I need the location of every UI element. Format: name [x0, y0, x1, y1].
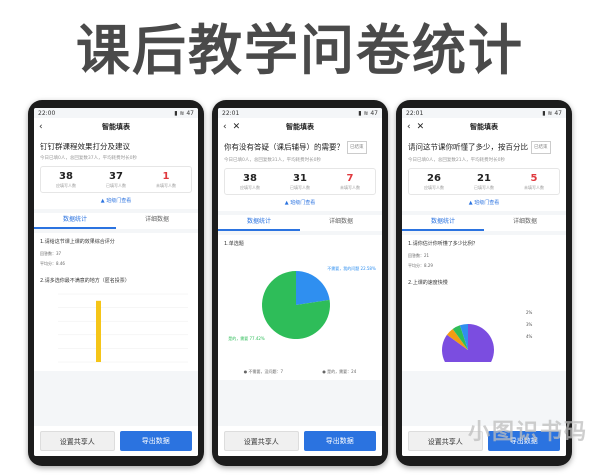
close-icon[interactable]: ✕	[233, 122, 241, 132]
phone-frame: 22:00 ▮ ≋ 47 ‹ 智能填表 钉钉群课程效果打分及建议 今日已填0人，…	[28, 100, 204, 466]
nav-bar: ‹ ✕ 智能填表	[402, 118, 566, 136]
back-arrow-icon[interactable]: ‹	[39, 122, 43, 132]
stats-content: 1.请你估计你听懂了多少比例？ 回答数：21 平均分：8.29 2.上课的速度快…	[402, 235, 566, 376]
bottom-action-bar: 设置共享人 导出数据	[218, 426, 382, 456]
status-bar: 22:01 ▮ ≋ 47	[402, 108, 566, 118]
question-summary: 今日已填0人，总回复数21人，平均耗费时长0秒	[408, 158, 505, 163]
section-title: 2.请多选你最不满意的地方（匿名投票）	[40, 278, 130, 284]
export-data-button[interactable]: 导出数据	[303, 431, 376, 451]
status-badge: 已结束	[531, 141, 551, 154]
nav-title: 智能填表	[286, 123, 314, 131]
stats-content: 1.请给这节课上课的效果综合评分 回答数：37 平均分：8.46 2.请多选你最…	[34, 233, 198, 371]
section-title: 1.单选题	[224, 241, 244, 247]
phone-frame: 22:01 ▮ ≋ 47 ‹ ✕ 智能填表 你有没有答疑（课后辅导）的需要？ 已结…	[212, 100, 388, 466]
phone-screen: 22:01 ▮ ≋ 47 ‹ ✕ 智能填表 你有没有答疑（课后辅导）的需要？ 已结…	[218, 108, 382, 456]
view-by-class-link[interactable]: ▲ 班级门查看	[40, 197, 192, 204]
question-title: 钉钉群课程效果打分及建议	[40, 142, 130, 151]
tab-statistics[interactable]: 数据统计	[218, 215, 300, 231]
bottom-action-bar: 设置共享人 导出数据	[34, 426, 198, 456]
answer-count: 回答数：37	[40, 251, 62, 256]
pie-chart: 不需要，我的问题 22.58% 是的，需要 77.42%	[228, 265, 376, 341]
tab-details[interactable]: 详细数据	[484, 215, 566, 231]
stat-filled: 31 已填写人数	[290, 173, 310, 190]
stat-filled: 37 已填写人数	[106, 171, 126, 188]
section-title: 2.上课的速度快慢	[408, 280, 448, 286]
average-score: 平均分：8.46	[40, 261, 65, 266]
slice-label: 4%	[526, 334, 533, 339]
pie-chart: 2% 3% 4%	[442, 310, 533, 376]
watermark-logo: 小图识书码	[467, 420, 588, 445]
status-time: 22:01	[222, 110, 240, 117]
status-bar: 22:00 ▮ ≋ 47	[34, 108, 198, 118]
stats-content: 1.单选题 不需要，我的问题 22.58% 是的，需要 77.42% ● 不需要，…	[218, 235, 382, 380]
legend-item: ● 是的，需要：24	[322, 369, 357, 374]
tab-bar: 数据统计 详细数据	[402, 215, 566, 231]
question-title: 你有没有答疑（课后辅导）的需要？ 已结束	[224, 141, 376, 154]
question-card: 你有没有答疑（课后辅导）的需要？ 已结束 今日已填0人，总回复数31人，平均耗费时…	[218, 136, 382, 211]
nav-bar: ‹ 智能填表	[34, 118, 198, 136]
bar	[96, 300, 101, 362]
legend-item: ● 不需要，没问题：7	[243, 369, 284, 374]
average-score: 平均分：8.29	[408, 263, 433, 268]
view-by-class-link[interactable]: ▲ 班级门查看	[408, 199, 560, 206]
tab-details[interactable]: 详细数据	[116, 213, 198, 229]
stat-expected: 26 应填写人数	[424, 173, 444, 190]
pie-slice	[296, 271, 330, 305]
stat-unfilled[interactable]: 5 未填写人数	[509, 173, 559, 191]
back-arrow-icon[interactable]: ‹	[407, 122, 411, 132]
status-badge: 已结束	[347, 141, 367, 154]
status-bar: 22:01 ▮ ≋ 47	[218, 108, 382, 118]
phone-screen: 22:00 ▮ ≋ 47 ‹ 智能填表 钉钉群课程效果打分及建议 今日已填0人，…	[34, 108, 198, 456]
view-by-class-link[interactable]: ▲ 班级门查看	[224, 199, 376, 206]
status-icons: ▮ ≋ 47	[174, 110, 194, 117]
question-title: 请问这节课你听懂了多少，按百分比 已结束	[408, 141, 560, 154]
stat-filled: 21 已填写人数	[474, 173, 494, 190]
stats-box: 38 应填写人数 37 已填写人数 1 未填写人数	[40, 166, 192, 193]
tab-statistics[interactable]: 数据统计	[34, 213, 116, 229]
phone-frame: 22:01 ▮ ≋ 47 ‹ ✕ 智能填表 请问这节课你听懂了多少，按百分比 已结…	[396, 100, 572, 466]
section-title: 1.请你估计你听懂了多少比例？	[408, 241, 478, 247]
stats-box: 38 应填写人数 31 已填写人数 7 未填写人数	[224, 168, 376, 195]
slice-label: 2%	[526, 310, 533, 315]
question-summary: 今日已填0人，总回复数37人，平均耗费时长0秒	[40, 156, 137, 161]
tab-statistics[interactable]: 数据统计	[402, 215, 484, 231]
page-headline: 课后教学问卷统计	[76, 19, 524, 82]
tab-bar: 数据统计 详细数据	[34, 213, 198, 229]
stat-expected: 38 应填写人数	[56, 171, 76, 188]
export-data-button[interactable]: 导出数据	[119, 431, 192, 451]
slice-label: 不需要，我的问题 22.58%	[327, 265, 376, 271]
stat-unfilled[interactable]: 1 未填写人数	[141, 171, 191, 189]
stat-unfilled[interactable]: 7 未填写人数	[325, 173, 375, 191]
close-icon[interactable]: ✕	[417, 122, 425, 132]
set-sharer-button[interactable]: 设置共享人	[224, 431, 299, 451]
tab-details[interactable]: 详细数据	[300, 215, 382, 231]
back-arrow-icon[interactable]: ‹	[223, 122, 227, 132]
bar-chart-svg	[58, 293, 188, 363]
slice-label: 3%	[526, 322, 533, 327]
stats-box: 26 应填写人数 21 已填写人数 5 未填写人数	[408, 168, 560, 195]
pie-legend: ● 不需要，没问题：7 ● 是的，需要：24	[224, 369, 376, 375]
question-card: 请问这节课你听懂了多少，按百分比 已结束 今日已填0人，总回复数21人，平均耗费时…	[402, 136, 566, 211]
status-icons: ▮ ≋ 47	[358, 110, 378, 117]
status-time: 22:01	[406, 110, 424, 117]
nav-title: 智能填表	[470, 123, 498, 131]
phone-screen: 22:01 ▮ ≋ 47 ‹ ✕ 智能填表 请问这节课你听懂了多少，按百分比 已结…	[402, 108, 566, 456]
status-time: 22:00	[38, 110, 56, 117]
question-card: 钉钉群课程效果打分及建议 今日已填0人，总回复数37人，平均耗费时长0秒 38 应…	[34, 136, 198, 209]
nav-title: 智能填表	[102, 123, 130, 131]
answer-count: 回答数：21	[408, 253, 430, 258]
bar-chart	[40, 290, 192, 366]
slice-label: 是的，需要 77.42%	[228, 335, 265, 341]
nav-bar: ‹ ✕ 智能填表	[218, 118, 382, 136]
tab-bar: 数据统计 详细数据	[218, 215, 382, 231]
section-title: 1.请给这节课上课的效果综合评分	[40, 239, 115, 245]
question-summary: 今日已填0人，总回复数31人，平均耗费时长0秒	[224, 158, 321, 163]
set-sharer-button[interactable]: 设置共享人	[40, 431, 115, 451]
status-icons: ▮ ≋ 47	[542, 110, 562, 117]
stat-expected: 38 应填写人数	[240, 173, 260, 190]
